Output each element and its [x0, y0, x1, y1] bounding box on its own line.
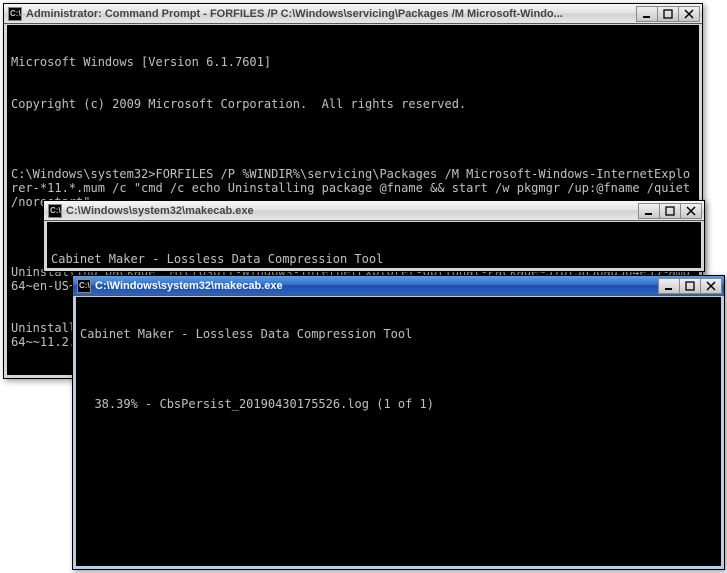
console-line: 38.39% - CbsPersist_20190430175526.log (…	[80, 397, 717, 411]
cmd-icon: C:\	[8, 7, 22, 21]
title-text-makecab-2: C:\Windows\system32\makecab.exe	[95, 280, 655, 292]
minimize-button[interactable]	[658, 278, 680, 294]
window-controls	[637, 6, 700, 22]
console-line: Copyright (c) 2009 Microsoft Corporation…	[11, 97, 695, 111]
titlebar-cmd[interactable]: C:\ Administrator: Command Prompt - FORF…	[4, 4, 702, 24]
window-makecab-2[interactable]: C:\ C:\Windows\system32\makecab.exe Cabi…	[72, 275, 725, 570]
console-output-makecab-1: Cabinet Maker - Lossless Data Compressio…	[47, 222, 701, 268]
window-controls	[659, 278, 722, 294]
maximize-button[interactable]	[657, 6, 679, 22]
close-button[interactable]	[678, 6, 700, 22]
console-line: Cabinet Maker - Lossless Data Compressio…	[51, 252, 697, 266]
titlebar-makecab-1[interactable]: C:\ C:\Windows\system32\makecab.exe	[44, 201, 704, 221]
window-makecab-1[interactable]: C:\ C:\Windows\system32\makecab.exe Cabi…	[43, 200, 705, 272]
close-button[interactable]	[700, 278, 722, 294]
title-text-makecab-1: C:\Windows\system32\makecab.exe	[66, 205, 635, 217]
maximize-button[interactable]	[659, 203, 681, 219]
console-output-makecab-2: Cabinet Maker - Lossless Data Compressio…	[76, 297, 721, 566]
minimize-button[interactable]	[638, 203, 660, 219]
maximize-button[interactable]	[679, 278, 701, 294]
close-button[interactable]	[680, 203, 702, 219]
console-line: Cabinet Maker - Lossless Data Compressio…	[80, 327, 717, 341]
titlebar-makecab-2[interactable]: C:\ C:\Windows\system32\makecab.exe	[73, 276, 724, 296]
minimize-button[interactable]	[636, 6, 658, 22]
console-icon: C:\	[48, 204, 62, 218]
console-line: Microsoft Windows [Version 6.1.7601]	[11, 55, 695, 69]
title-text-cmd: Administrator: Command Prompt - FORFILES…	[26, 8, 633, 20]
console-icon: C:\	[77, 279, 91, 293]
window-controls	[639, 203, 702, 219]
